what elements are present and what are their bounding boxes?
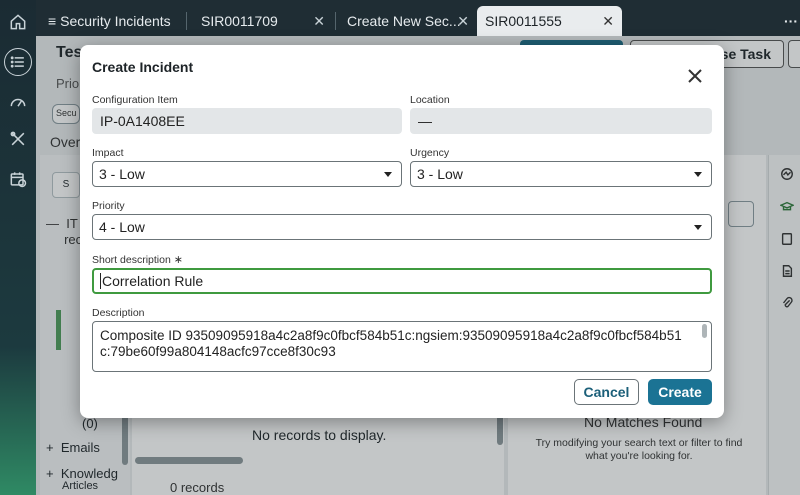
description-textarea[interactable]: Composite ID 93509095918a4c2a8f9c0fbcf58… (92, 321, 712, 372)
more-icon[interactable]: ··· (776, 6, 800, 36)
urgency-select[interactable]: 3 - Low (410, 161, 712, 187)
close-tab-icon[interactable]: ✕ (457, 13, 469, 30)
short-description-label: Short description ∗ (92, 254, 183, 266)
tab-divider (335, 12, 336, 30)
left-rail (0, 0, 36, 495)
chevron-down-icon (694, 172, 702, 177)
chevron-down-icon (384, 172, 392, 177)
tab-create-new-sec[interactable]: Create New Sec... ✕ (339, 6, 477, 36)
close-icon[interactable] (684, 65, 706, 87)
textarea-scrollbar[interactable] (702, 324, 707, 338)
menu-icon: ≡ (48, 13, 57, 29)
impact-label: Impact (92, 147, 124, 159)
priority-select[interactable]: 4 - Low (92, 214, 712, 240)
priority-label: Priority (92, 200, 125, 212)
description-label: Description (92, 307, 145, 319)
impact-select[interactable]: 3 - Low (92, 161, 402, 187)
create-button[interactable]: Create (648, 379, 712, 405)
dashboard-gauge-icon[interactable] (4, 88, 32, 116)
tab-security-incidents[interactable]: ≡ Security Incidents (40, 6, 186, 36)
cancel-button[interactable]: Cancel (574, 379, 639, 405)
location-label: Location (410, 94, 450, 106)
close-tab-icon[interactable]: ✕ (313, 13, 325, 30)
list-menu-icon[interactable] (4, 48, 32, 76)
configuration-item-field: IP-0A1408EE (92, 108, 402, 134)
tab-sir0011709[interactable]: SIR0011709 ✕ (193, 6, 333, 36)
location-field: — (410, 108, 712, 134)
short-description-input[interactable]: Correlation Rule (92, 268, 712, 294)
close-tab-icon[interactable]: ✕ (602, 13, 614, 30)
create-incident-modal: Create Incident Configuration Item IP-0A… (80, 45, 724, 418)
modal-title: Create Incident (92, 59, 194, 75)
tools-icon[interactable] (4, 125, 32, 153)
urgency-label: Urgency (410, 147, 450, 159)
chevron-down-icon (694, 225, 702, 230)
home-icon[interactable] (4, 8, 32, 36)
calendar-clock-icon[interactable] (4, 165, 32, 193)
text-cursor (100, 273, 101, 289)
tab-sir0011555[interactable]: SIR0011555 ✕ (477, 6, 622, 36)
required-mark: ∗ (173, 254, 183, 266)
tab-bar: ≡ Security Incidents SIR0011709 ✕ Create… (36, 0, 800, 36)
configuration-item-label: Configuration Item (92, 94, 178, 106)
tab-divider (186, 12, 187, 30)
